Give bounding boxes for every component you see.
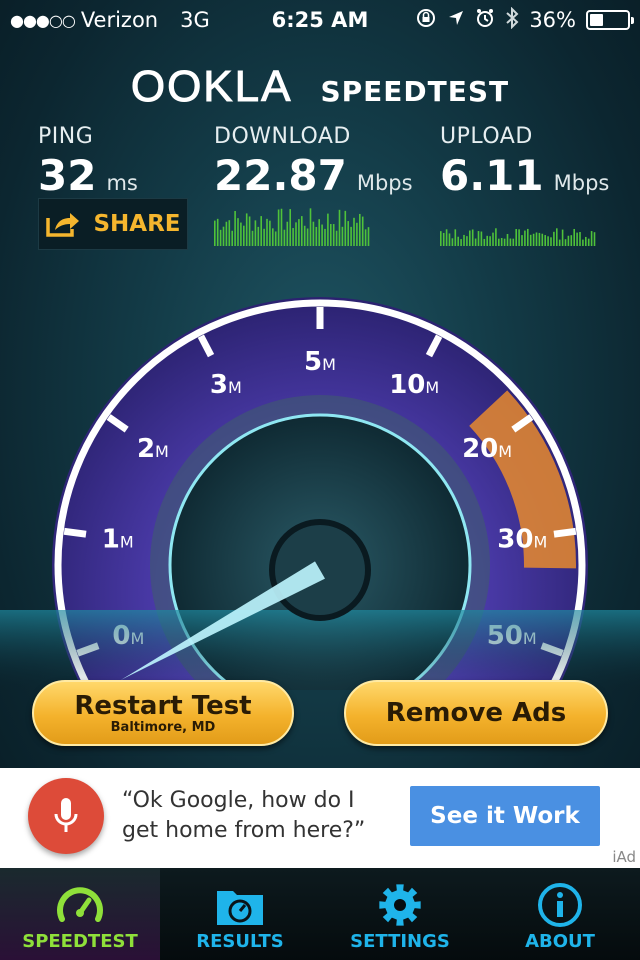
tab-results-label: RESULTS xyxy=(196,931,284,952)
ping-value: 32 xyxy=(38,151,97,200)
share-icon xyxy=(45,210,81,238)
logo-brand: OOKLA xyxy=(130,62,293,112)
ping-stat: PING 32 ms xyxy=(38,124,138,200)
ping-unit: ms xyxy=(106,171,138,195)
bluetooth-icon xyxy=(505,6,519,34)
tab-settings[interactable]: SETTINGS xyxy=(320,868,480,960)
battery-icon xyxy=(586,10,634,30)
gauge-tick xyxy=(63,527,87,538)
microphone-icon xyxy=(54,798,78,832)
tab-speedtest-label: SPEEDTEST xyxy=(22,931,138,952)
upload-value: 6.11 xyxy=(440,151,544,200)
share-button[interactable]: SHARE xyxy=(38,198,188,250)
share-label: SHARE xyxy=(93,211,181,237)
location-arrow-icon xyxy=(447,9,465,32)
remove-ads-button[interactable]: Remove Ads xyxy=(344,680,608,746)
speed-gauge: 0M1M2M3M5M10M20M30M50M xyxy=(0,297,640,690)
carrier-name: Verizon xyxy=(80,8,159,32)
ping-label: PING xyxy=(38,124,94,149)
tab-about-label: ABOUT xyxy=(525,931,595,952)
upload-sparkline xyxy=(440,228,596,246)
signal-strength-icon: ●●●○○ xyxy=(10,10,76,30)
upload-stat: UPLOAD 6.11 Mbps xyxy=(440,124,609,200)
download-value: 22.87 xyxy=(214,151,347,200)
battery-percent: 36% xyxy=(529,8,576,32)
battery-level xyxy=(590,14,603,26)
rotation-lock-icon xyxy=(415,7,437,34)
tab-bar: SPEEDTEST RESULTS SETTINGS ABOUT xyxy=(0,868,640,960)
remove-ads-label: Remove Ads xyxy=(385,698,567,728)
microphone-button[interactable] xyxy=(28,778,104,854)
download-unit: Mbps xyxy=(356,171,413,195)
gauge-tick xyxy=(553,527,577,538)
ad-banner[interactable]: “Ok Google, how do I get home from here?… xyxy=(0,768,640,868)
restart-test-button[interactable]: Restart Test Baltimore, MD xyxy=(32,680,294,746)
logo-product: SPEEDTEST xyxy=(320,75,510,108)
iad-label: iAd xyxy=(612,848,636,866)
speedometer-icon xyxy=(55,879,105,931)
network-type: 3G xyxy=(180,8,210,32)
server-location: Baltimore, MD xyxy=(110,720,216,735)
gauge-glow-floor xyxy=(0,610,640,690)
tab-speedtest[interactable]: SPEEDTEST xyxy=(0,868,160,960)
upload-label: UPLOAD xyxy=(440,124,533,149)
alarm-clock-icon xyxy=(475,8,495,33)
download-sparkline xyxy=(214,208,370,246)
tab-about[interactable]: ABOUT xyxy=(480,868,640,960)
gear-icon xyxy=(376,879,424,931)
info-icon xyxy=(537,879,583,931)
download-label: DOWNLOAD xyxy=(214,124,351,149)
upload-unit: Mbps xyxy=(553,171,610,195)
restart-test-label: Restart Test xyxy=(74,691,252,721)
tab-results[interactable]: RESULTS xyxy=(160,868,320,960)
tab-settings-label: SETTINGS xyxy=(350,931,450,952)
download-stat: DOWNLOAD 22.87 Mbps xyxy=(214,124,413,200)
status-bar: ●●●○○ Verizon 3G 6:25 AM 36% xyxy=(0,0,640,40)
app-logo: OOKLA SPEEDTEST xyxy=(0,62,640,112)
see-it-work-button[interactable]: See it Work xyxy=(410,786,600,846)
ad-text: “Ok Google, how do I get home from here?… xyxy=(122,788,366,843)
results-folder-icon xyxy=(215,879,265,931)
